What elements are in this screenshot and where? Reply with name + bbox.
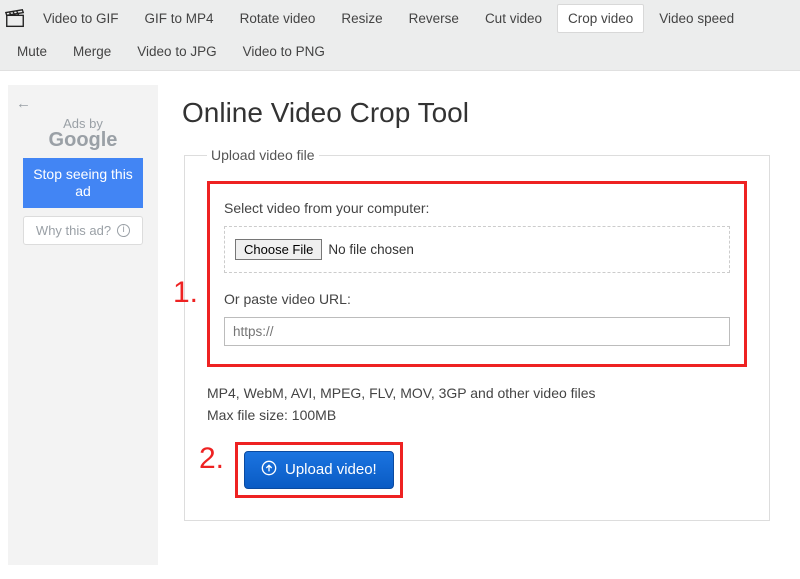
video-url-input[interactable] [224, 317, 730, 346]
tab-video-to-jpg[interactable]: Video to JPG [126, 37, 227, 66]
select-from-computer-label: Select video from your computer: [224, 200, 730, 216]
upload-button-label: Upload video! [285, 461, 377, 478]
file-chosen-status: No file chosen [328, 242, 414, 257]
tab-merge[interactable]: Merge [62, 37, 122, 66]
tab-reverse[interactable]: Reverse [398, 4, 470, 33]
tool-tabs: Video to GIF GIF to MP4 Rotate video Res… [0, 0, 800, 71]
choose-file-button[interactable]: Choose File [235, 239, 322, 260]
stop-seeing-ad-button[interactable]: Stop seeing this ad [23, 158, 143, 208]
upload-legend: Upload video file [207, 147, 319, 163]
page-title: Online Video Crop Tool [182, 97, 772, 129]
annotation-box-1: Select video from your computer: Choose … [207, 181, 747, 367]
or-paste-url-label: Or paste video URL: [224, 291, 730, 307]
upload-icon [261, 460, 277, 480]
tab-gif-to-mp4[interactable]: GIF to MP4 [134, 4, 225, 33]
tab-crop-video[interactable]: Crop video [557, 4, 644, 33]
tab-mute[interactable]: Mute [6, 37, 58, 66]
main-area: ← Ads by Google Stop seeing this ad Why … [0, 71, 800, 579]
back-arrow-icon[interactable]: ← [14, 95, 152, 116]
max-size-note: Max file size: 100MB [207, 405, 747, 425]
clapperboard-icon [4, 8, 26, 30]
content-area: Online Video Crop Tool Upload video file… [182, 85, 792, 521]
why-this-ad-button[interactable]: Why this ad? i [23, 216, 143, 245]
tab-video-speed[interactable]: Video speed [648, 4, 745, 33]
tab-video-to-gif[interactable]: Video to GIF [32, 4, 130, 33]
annotation-step-1: 1. [173, 276, 198, 310]
supported-formats-note: MP4, WebM, AVI, MPEG, FLV, MOV, 3GP and … [207, 383, 747, 403]
info-icon: i [117, 224, 130, 237]
google-logo: Google [14, 129, 152, 152]
file-picker[interactable]: Choose File No file chosen [224, 226, 730, 273]
upload-fieldset: Upload video file 1. Select video from y… [184, 147, 770, 521]
upload-video-button[interactable]: Upload video! [244, 451, 394, 489]
why-ad-label: Why this ad? [36, 223, 111, 238]
tab-video-to-png[interactable]: Video to PNG [232, 37, 336, 66]
tab-cut-video[interactable]: Cut video [474, 4, 553, 33]
annotation-step-2: 2. [199, 442, 224, 476]
tab-rotate-video[interactable]: Rotate video [229, 4, 327, 33]
ads-sidebar: ← Ads by Google Stop seeing this ad Why … [8, 85, 158, 565]
annotation-box-2: Upload video! [235, 442, 403, 498]
tab-resize[interactable]: Resize [330, 4, 393, 33]
